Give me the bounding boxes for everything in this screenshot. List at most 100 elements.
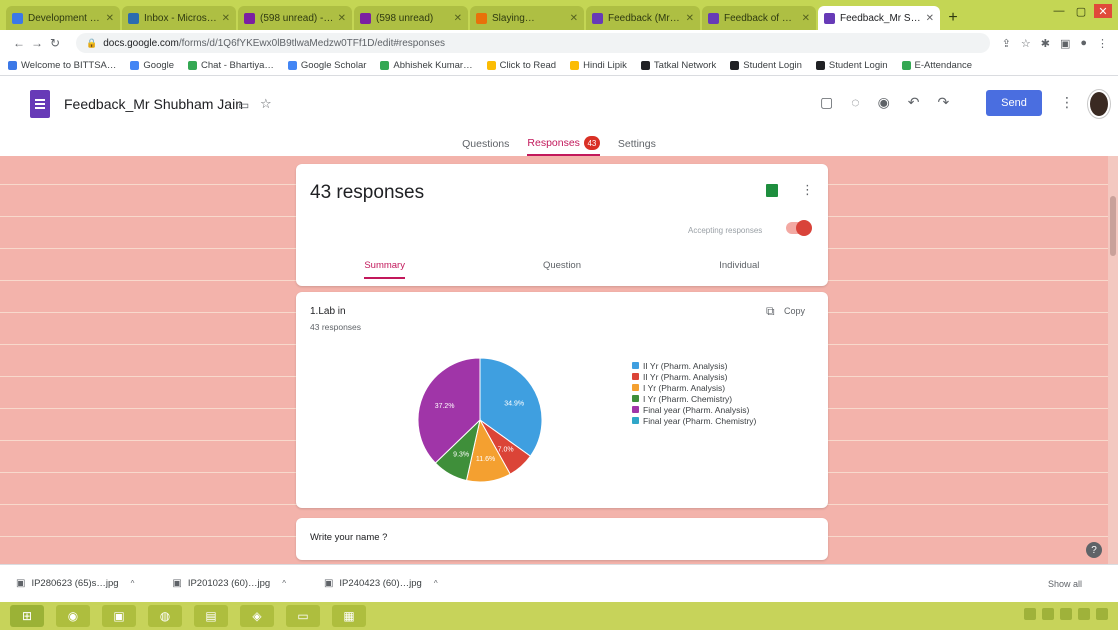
legend-label: Final year (Pharm. Chemistry) <box>643 415 757 426</box>
taskbar-app-button[interactable]: ▤ <box>194 605 228 627</box>
send-button[interactable]: Send <box>986 90 1042 116</box>
share-icon[interactable]: ⇪ <box>1002 37 1011 50</box>
download-item[interactable]: ▣ IP201023 (60)…jpg ^ <box>172 578 286 589</box>
start-button[interactable]: ⊞ <box>10 605 44 627</box>
tab-label: Questions <box>462 138 510 150</box>
bookmark-star-icon[interactable]: ☆ <box>1021 37 1031 50</box>
sidebar-icon[interactable]: ▣ <box>1060 37 1070 50</box>
bookmark-item[interactable]: Tatkal Network <box>640 60 716 71</box>
tab-question[interactable]: Question <box>473 260 650 278</box>
maximize-icon[interactable]: ▢ <box>1072 4 1090 18</box>
copy-chart-button[interactable]: Copy <box>784 306 805 316</box>
tab-close-icon[interactable]: ✕ <box>926 13 934 24</box>
responses-summary-card: 43 responses ⋮ Accepting responses Summa… <box>296 164 828 286</box>
tab-individual[interactable]: Individual <box>651 260 828 278</box>
tab-settings[interactable]: Settings <box>618 136 656 156</box>
tray-icon[interactable] <box>1042 608 1054 620</box>
taskbar-app-button[interactable]: ◈ <box>240 605 274 627</box>
taskbar-app-button[interactable]: ▦ <box>332 605 366 627</box>
legend-item[interactable]: Final year (Pharm. Analysis) <box>632 404 756 415</box>
bookmark-item[interactable]: Student Login <box>730 60 802 71</box>
page-scrollbar[interactable] <box>1108 156 1118 564</box>
bookmark-item[interactable]: Chat - Bhartiya… <box>188 60 274 71</box>
addon-icon[interactable]: ▢ <box>820 94 833 111</box>
more-vert-icon[interactable]: ⋮ <box>801 182 814 198</box>
legend-item[interactable]: II Yr (Pharm. Analysis) <box>632 360 756 371</box>
browser-tab[interactable]: Slaying… ✕ <box>470 6 584 30</box>
close-window-icon[interactable]: ✕ <box>1094 4 1112 18</box>
forward-icon[interactable]: → <box>28 36 46 50</box>
tab-close-icon[interactable]: ✕ <box>222 13 230 24</box>
copy-icon[interactable]: ⧉ <box>766 304 775 319</box>
browser-tab[interactable]: Feedback of Gru… ✕ <box>702 6 816 30</box>
browser-tab[interactable]: Development ri… ✕ <box>6 6 120 30</box>
bookmark-item[interactable]: Hindi Lipik <box>570 60 627 71</box>
legend-item[interactable]: II Yr (Pharm. Analysis) <box>632 371 756 382</box>
more-vert-icon[interactable]: ⋮ <box>1060 94 1074 111</box>
tab-responses[interactable]: Responses 43 <box>527 136 600 156</box>
browser-tab[interactable]: Feedback_Mr Shu… ✕ <box>818 6 940 30</box>
taskbar-app-button[interactable]: ◍ <box>148 605 182 627</box>
browser-tab[interactable]: Inbox - Microsoft… ✕ <box>122 6 236 30</box>
tab-favicon-icon <box>824 12 835 24</box>
chevron-up-icon[interactable]: ^ <box>282 579 286 588</box>
bookmark-item[interactable]: Abhishek Kumar… <box>380 60 473 71</box>
tab-close-icon[interactable]: ✕ <box>686 13 694 24</box>
new-tab-icon[interactable]: + <box>942 6 964 30</box>
legend-item[interactable]: Final year (Pharm. Chemistry) <box>632 415 756 426</box>
accepting-responses-toggle[interactable] <box>786 220 812 236</box>
taskbar-app-button[interactable]: ▣ <box>102 605 136 627</box>
tab-close-icon[interactable]: ✕ <box>802 13 810 24</box>
bookmark-item[interactable]: Click to Read <box>486 60 556 71</box>
undo-icon[interactable]: ↶ <box>908 94 920 111</box>
bookmark-item[interactable]: Welcome to BITTSA… <box>8 60 116 71</box>
tab-close-icon[interactable]: ✕ <box>454 13 462 24</box>
chevron-up-icon[interactable]: ^ <box>131 579 135 588</box>
chevron-up-icon[interactable]: ^ <box>434 579 438 588</box>
sheets-icon[interactable] <box>766 184 778 197</box>
taskbar-app-button[interactable]: ◉ <box>56 605 90 627</box>
show-all-downloads-link[interactable]: Show all <box>1048 579 1082 589</box>
bookmark-item[interactable]: Google Scholar <box>287 60 366 71</box>
avatar[interactable] <box>1088 90 1110 118</box>
tray-icon[interactable] <box>1078 608 1090 620</box>
tab-close-icon[interactable]: ✕ <box>106 13 114 24</box>
reload-icon[interactable]: ↻ <box>46 36 64 50</box>
download-item[interactable]: ▣ IP280623 (65)s…jpg ^ <box>16 578 134 589</box>
redo-icon[interactable]: ↷ <box>938 94 950 111</box>
tab-close-icon[interactable]: ✕ <box>338 13 346 24</box>
bookmark-icon <box>640 61 650 70</box>
tab-questions[interactable]: Questions <box>462 136 509 156</box>
profile-icon[interactable]: ● <box>1080 37 1087 50</box>
bookmark-icon <box>130 61 140 70</box>
download-item[interactable]: ▣ IP240423 (60)…jpg ^ <box>324 578 438 589</box>
scrollbar-thumb[interactable] <box>1110 196 1116 256</box>
tray-icon[interactable] <box>1024 608 1036 620</box>
tab-close-icon[interactable]: ✕ <box>570 13 578 24</box>
folder-icon[interactable]: ▭ <box>238 98 249 112</box>
minimize-icon[interactable]: — <box>1050 4 1068 18</box>
browser-tab[interactable]: Feedback (Mr Shu… ✕ <box>586 6 700 30</box>
taskbar-app-button[interactable]: ▭ <box>286 605 320 627</box>
help-icon[interactable]: ? <box>1086 542 1102 558</box>
image-file-icon: ▣ <box>172 578 182 589</box>
menu-icon[interactable]: ⋮ <box>1097 37 1108 50</box>
url-input[interactable]: 🔒 docs.google.com /forms/d/1Q6fYKEwx0lB9… <box>76 33 990 53</box>
star-icon[interactable]: ☆ <box>260 96 272 112</box>
legend-item[interactable]: I Yr (Pharm. Chemistry) <box>632 393 756 404</box>
palette-icon[interactable]: ◌ <box>851 94 859 111</box>
back-icon[interactable]: ← <box>10 36 28 50</box>
extensions-icon[interactable]: ✱ <box>1041 37 1050 50</box>
bookmark-item[interactable]: Google <box>130 60 174 71</box>
browser-tab[interactable]: (598 unread) - S… ✕ <box>238 6 352 30</box>
tray-icon[interactable] <box>1060 608 1072 620</box>
tab-summary[interactable]: Summary <box>296 260 473 279</box>
preview-eye-icon[interactable]: ◉ <box>878 94 890 111</box>
forms-logo-icon[interactable] <box>30 90 50 118</box>
legend-item[interactable]: I Yr (Pharm. Analysis) <box>632 382 756 393</box>
browser-tab[interactable]: (598 unread) ✕ <box>354 6 468 30</box>
tray-icon[interactable] <box>1096 608 1108 620</box>
bookmark-item[interactable]: E-Attendance <box>901 60 972 71</box>
bookmark-item[interactable]: Student Login <box>815 60 888 71</box>
form-title[interactable]: Feedback_Mr Shubham Jain <box>64 96 243 112</box>
